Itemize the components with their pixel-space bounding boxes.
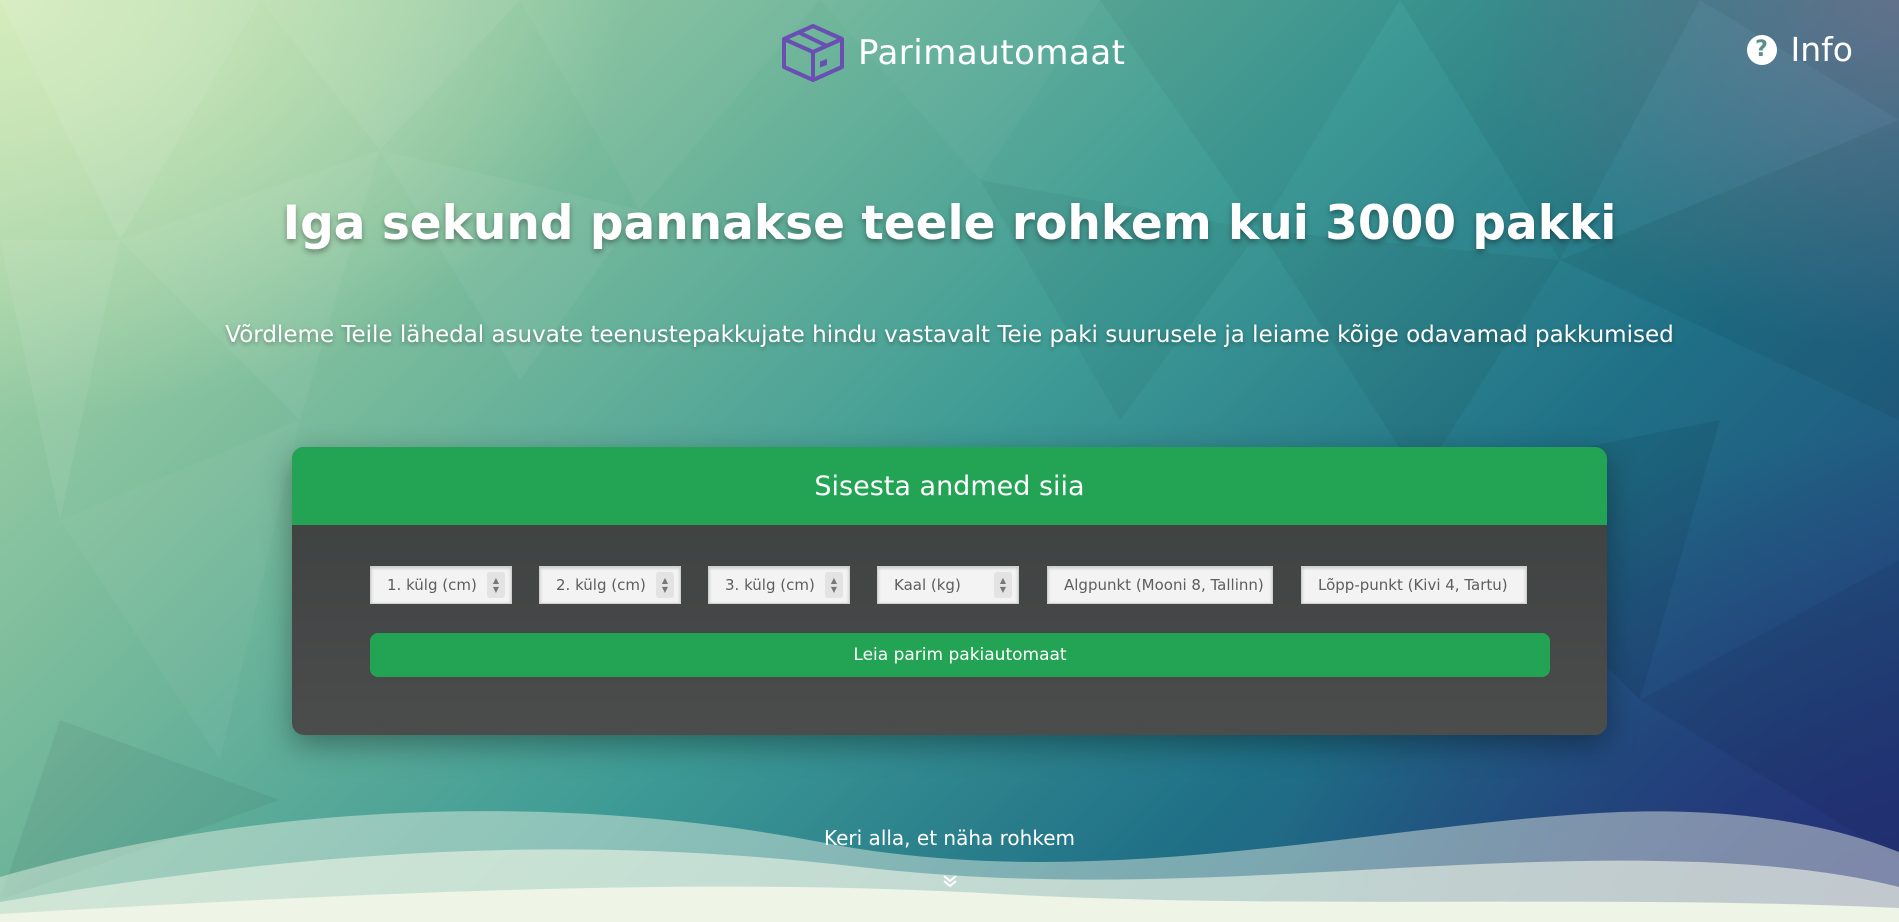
side3-stepper[interactable]: ▲ ▼ xyxy=(825,572,843,598)
side2-stepper[interactable]: ▲ ▼ xyxy=(656,572,674,598)
chevron-up-icon: ▲ xyxy=(830,576,838,585)
chevron-up-icon: ▲ xyxy=(492,576,500,585)
side1-stepper[interactable]: ▲ ▼ xyxy=(487,572,505,598)
weight-field[interactable]: ▲▼ xyxy=(877,566,1019,604)
package-box-icon xyxy=(782,24,844,82)
weight-stepper[interactable]: ▲ ▼ xyxy=(994,572,1012,598)
hero-subline: Võrdleme Teile lähedal asuvate teenustep… xyxy=(225,322,1674,348)
chevron-up-icon: ▲ xyxy=(661,576,669,585)
side1-input[interactable] xyxy=(387,567,487,603)
destination-field[interactable] xyxy=(1301,566,1527,604)
brand-logo[interactable]: Parimautomaat xyxy=(780,22,1126,84)
chevron-down-icon: ▼ xyxy=(999,585,1007,594)
info-link[interactable]: ? Info xyxy=(1746,30,1853,69)
side2-input[interactable] xyxy=(556,567,656,603)
side2-field[interactable]: ▲▼ xyxy=(539,566,681,604)
info-label: Info xyxy=(1790,30,1853,69)
side3-input[interactable] xyxy=(725,567,825,603)
scroll-hint[interactable]: Keri alla, et näha rohkem xyxy=(0,826,1899,850)
side1-field[interactable]: ▲▼ xyxy=(370,566,512,604)
hero-headline: Iga sekund pannakse teele rohkem kui 300… xyxy=(282,196,1617,251)
side3-field[interactable]: ▲▼ xyxy=(708,566,850,604)
brand-name: Parimautomaat xyxy=(858,33,1126,73)
chevron-up-icon: ▲ xyxy=(999,576,1007,585)
origin-field[interactable] xyxy=(1047,566,1273,604)
weight-input[interactable] xyxy=(894,567,994,603)
chevron-down-icon: ▼ xyxy=(661,585,669,594)
search-form-card: Sisesta andmed siia ▲▼ ▲▼ ▲▼ ▲▼ Leia par… xyxy=(292,447,1607,735)
bottom-waves xyxy=(0,811,1899,922)
double-chevron-down-icon[interactable] xyxy=(941,874,959,888)
origin-input[interactable] xyxy=(1064,567,1272,603)
question-circle-icon: ? xyxy=(1746,34,1777,65)
destination-input[interactable] xyxy=(1318,567,1526,603)
chevron-down-icon: ▼ xyxy=(830,585,838,594)
find-locker-button[interactable]: Leia parim pakiautomaat xyxy=(370,633,1550,677)
form-title: Sisesta andmed siia xyxy=(292,447,1607,525)
chevron-down-icon: ▼ xyxy=(492,585,500,594)
